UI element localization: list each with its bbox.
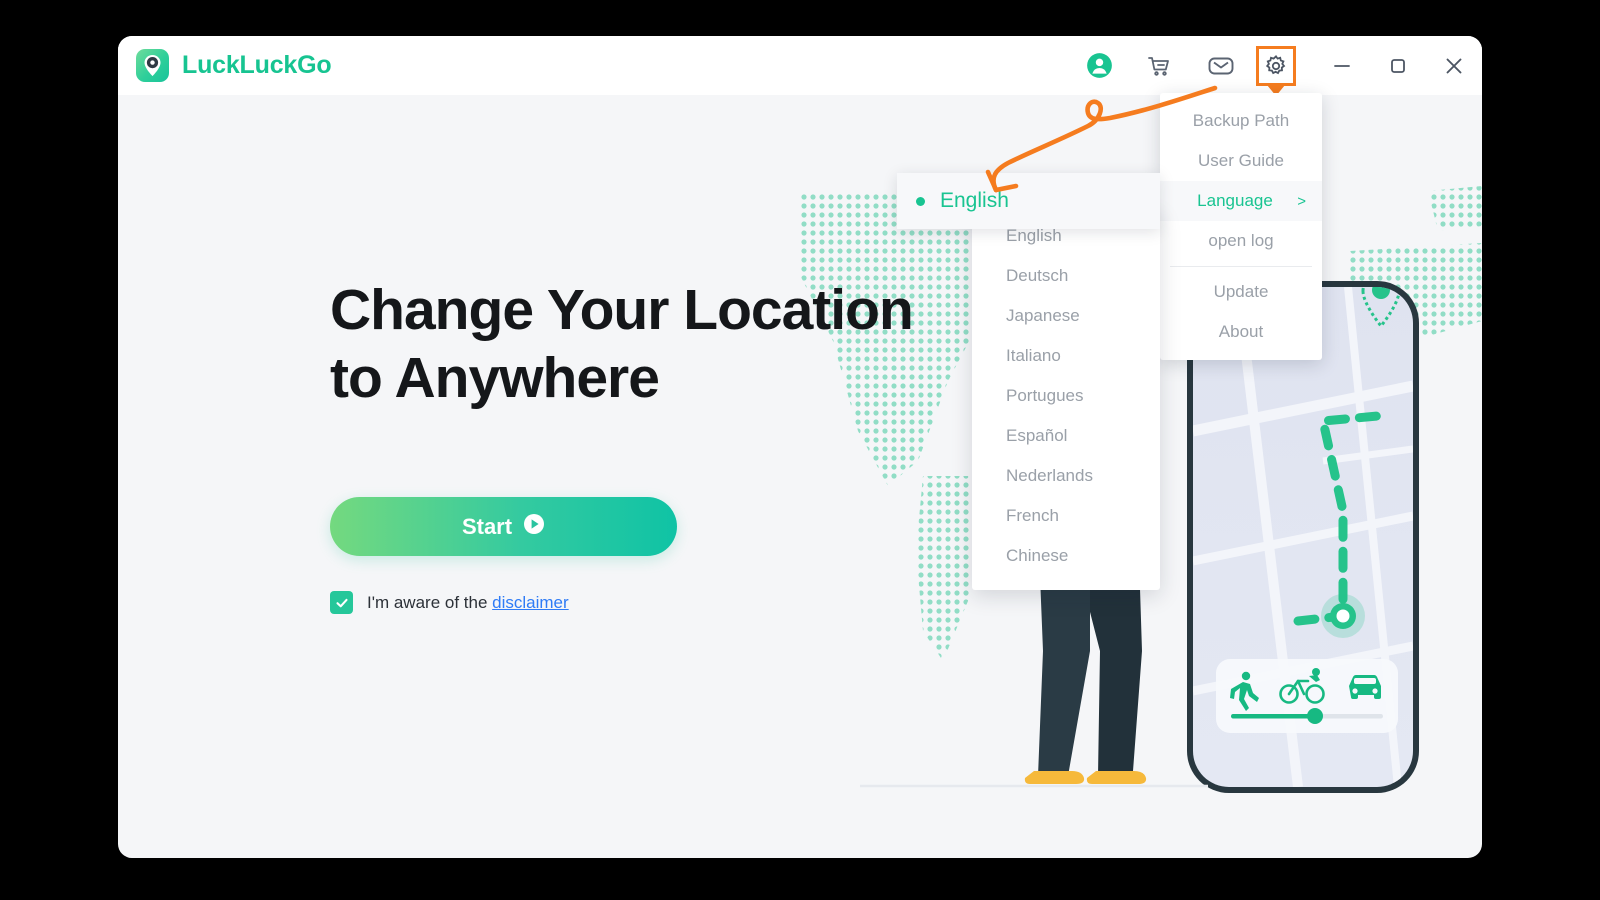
settings-item-label: open log	[1208, 231, 1274, 250]
language-item-portugues[interactable]: Portugues	[972, 376, 1160, 416]
settings-button-highlight	[1256, 45, 1296, 96]
settings-item-user-guide[interactable]: User Guide	[1160, 141, 1322, 181]
language-item-chinese[interactable]: Chinese	[972, 536, 1160, 576]
language-item-japanese[interactable]: Japanese	[972, 296, 1160, 336]
minimize-icon[interactable]	[1314, 36, 1370, 95]
language-item-deutsch[interactable]: Deutsch	[972, 256, 1160, 296]
maximize-icon[interactable]	[1370, 36, 1426, 95]
disclaimer-text: I'm aware of the disclaimer	[367, 593, 569, 613]
location-pin-logo-icon	[136, 49, 169, 82]
language-item-english-selected[interactable]: English	[897, 173, 1160, 229]
settings-item-backup-path[interactable]: Backup Path	[1160, 101, 1322, 141]
brand: LuckLuckGo	[136, 49, 332, 82]
settings-item-label: About	[1218, 322, 1264, 341]
settings-item-label: Update	[1213, 282, 1269, 301]
disclaimer-row: I'm aware of the disclaimer	[330, 591, 569, 614]
account-circle-icon[interactable]	[1078, 45, 1120, 87]
language-item-nederlands[interactable]: Nederlands	[972, 456, 1160, 496]
play-icon	[523, 513, 545, 541]
settings-item-about[interactable]: About	[1160, 312, 1322, 352]
current-location-dot	[1321, 594, 1365, 638]
heading-line-2: to Anywhere	[330, 346, 660, 411]
settings-menu-divider	[1170, 266, 1312, 267]
settings-item-label: Language	[1197, 191, 1273, 210]
screen: LuckLuckGo Change Your Location to Anywh…	[0, 0, 1600, 900]
title-bar: LuckLuckGo	[118, 36, 1482, 96]
transport-control-card	[1216, 659, 1398, 733]
mail-icon[interactable]	[1200, 45, 1242, 87]
language-selected-label: English	[940, 189, 1009, 212]
chevron-right-icon: >	[1297, 192, 1306, 210]
language-item-italiano[interactable]: Italiano	[972, 336, 1160, 376]
close-icon[interactable]	[1426, 36, 1482, 95]
settings-item-update[interactable]: Update	[1160, 272, 1322, 312]
gear-icon[interactable]	[1256, 45, 1296, 86]
settings-item-language[interactable]: Language >	[1160, 181, 1322, 221]
app-title: LuckLuckGo	[182, 51, 332, 79]
settings-item-label: Backup Path	[1192, 111, 1290, 130]
disclaimer-link[interactable]: disclaimer	[492, 593, 569, 612]
language-submenu: English Deutsch Japanese Italiano Portug…	[972, 210, 1160, 590]
language-item-french[interactable]: French	[972, 496, 1160, 536]
hero-heading: Change Your Location to Anywhere	[330, 276, 914, 413]
heading-line-1: Change Your Location	[330, 278, 914, 342]
settings-item-open-log[interactable]: open log	[1160, 221, 1322, 261]
start-button-label: Start	[461, 513, 513, 539]
disclaimer-checkbox[interactable]	[330, 591, 353, 614]
disclaimer-prefix: I'm aware of the	[367, 592, 488, 612]
titlebar-actions	[1078, 36, 1482, 96]
selected-bullet-icon	[916, 196, 925, 206]
shopping-cart-icon[interactable]	[1138, 45, 1180, 87]
settings-dropdown: Backup Path User Guide Language > open l…	[1160, 93, 1322, 360]
language-item-espanol[interactable]: Español	[972, 416, 1160, 456]
start-button[interactable]: Start	[330, 497, 677, 556]
settings-item-label: User Guide	[1198, 151, 1284, 170]
